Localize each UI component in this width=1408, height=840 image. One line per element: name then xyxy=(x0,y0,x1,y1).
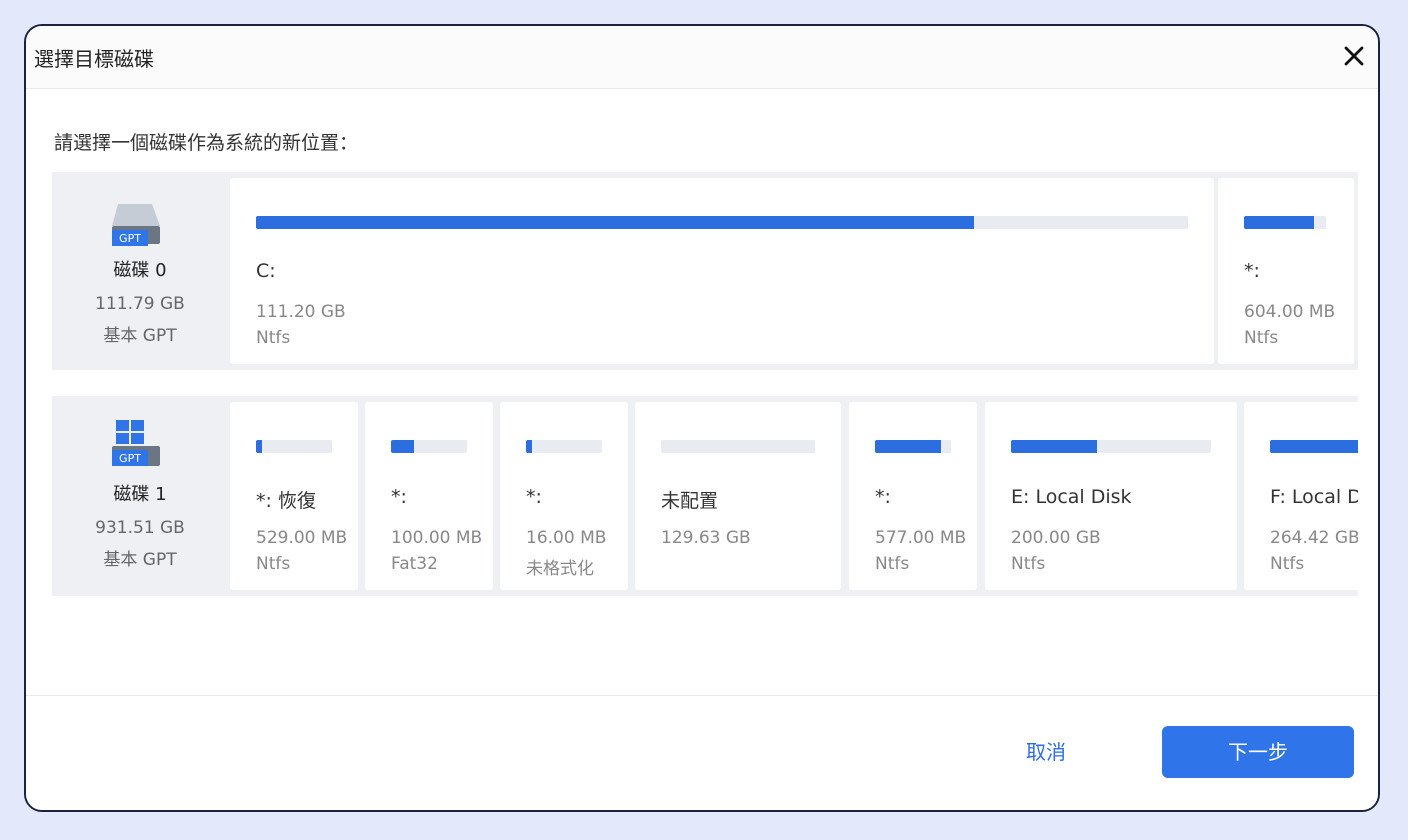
partition-size: 111.20 GB xyxy=(256,302,346,322)
partition-filesystem: Ntfs xyxy=(256,554,291,574)
partition-list: *: 恢復 529.00 MB Ntfs *: 100.00 MB Fat32 … xyxy=(230,402,1358,590)
usage-bar xyxy=(661,440,815,453)
usage-bar-fill xyxy=(1270,440,1358,453)
partition-size: 16.00 MB xyxy=(526,528,607,548)
disk-type: 基本 GPT xyxy=(103,326,177,346)
partition-unlabeled[interactable]: *: 577.00 MB Ntfs xyxy=(849,402,977,590)
dialog-titlebar: 選擇目標磁碟 xyxy=(26,26,1378,89)
disk-row-0[interactable]: GPT 磁碟 0 111.79 GB 基本 GPT C: 111.20 GB N… xyxy=(52,172,1358,370)
usage-bar xyxy=(256,216,1188,229)
partition-efi[interactable]: *: 100.00 MB Fat32 xyxy=(365,402,493,590)
partition-size: 529.00 MB xyxy=(256,528,348,548)
usage-bar xyxy=(256,440,332,453)
disk-size: 111.79 GB xyxy=(95,294,185,314)
partition-unallocated[interactable]: 未配置 129.63 GB xyxy=(635,402,841,590)
usage-bar xyxy=(1244,216,1326,229)
dialog-title: 選擇目標磁碟 xyxy=(34,47,154,71)
partition-filesystem: Ntfs xyxy=(1244,328,1279,348)
partition-f[interactable]: F: Local Disk 264.42 GB Ntfs xyxy=(1244,402,1358,590)
partition-size: 200.00 GB xyxy=(1011,528,1101,548)
partition-label: *: xyxy=(526,486,542,508)
usage-bar-fill xyxy=(526,440,533,453)
partition-label: F: Local Disk xyxy=(1270,486,1358,508)
close-button[interactable] xyxy=(1338,40,1370,72)
partition-size: 264.42 GB xyxy=(1270,528,1358,548)
partition-label: *: xyxy=(1244,260,1260,282)
partition-filesystem: 未格式化 xyxy=(526,559,594,579)
partition-unlabeled[interactable]: *: 604.00 MB Ntfs xyxy=(1218,178,1354,364)
usage-bar xyxy=(1270,440,1358,453)
disk-row-1[interactable]: GPT 磁碟 1 931.51 GB 基本 GPT *: 恢復 529.00 M… xyxy=(52,396,1358,596)
usage-bar-fill xyxy=(1244,216,1314,229)
usage-bar xyxy=(391,440,467,453)
disk-info: GPT 磁碟 1 931.51 GB 基本 GPT xyxy=(52,396,228,596)
close-icon xyxy=(1344,46,1364,66)
disk-name: 磁碟 1 xyxy=(113,484,167,505)
gpt-disk-icon: GPT xyxy=(112,204,160,246)
usage-bar xyxy=(526,440,602,453)
usage-bar-fill xyxy=(875,440,942,453)
partition-label: E: Local Disk xyxy=(1011,486,1132,508)
partition-c[interactable]: C: 111.20 GB Ntfs xyxy=(230,178,1214,364)
cancel-button[interactable]: 取消 xyxy=(1026,736,1066,765)
gpt-badge-text: GPT xyxy=(119,232,141,245)
partition-label: C: xyxy=(256,260,276,282)
partition-size: 577.00 MB xyxy=(875,528,967,548)
partition-size: 100.00 MB xyxy=(391,528,483,548)
partition-e[interactable]: E: Local Disk 200.00 GB Ntfs xyxy=(985,402,1237,590)
partition-label: *: xyxy=(391,486,407,508)
partition-filesystem: Ntfs xyxy=(1270,554,1305,574)
partition-size: 129.63 GB xyxy=(661,528,751,548)
next-button[interactable]: 下一步 xyxy=(1162,726,1354,778)
partition-msr[interactable]: *: 16.00 MB 未格式化 xyxy=(500,402,628,590)
disk-type: 基本 GPT xyxy=(103,550,177,570)
usage-bar-fill xyxy=(1011,440,1097,453)
partition-label: *: 恢復 xyxy=(256,490,316,512)
usage-bar-fill xyxy=(391,440,414,453)
usage-bar xyxy=(1011,440,1211,453)
partition-filesystem: Ntfs xyxy=(875,554,910,574)
partition-label: 未配置 xyxy=(661,490,719,512)
disk-size: 931.51 GB xyxy=(95,518,185,538)
partition-filesystem: Ntfs xyxy=(1011,554,1046,574)
partition-recovery[interactable]: *: 恢復 529.00 MB Ntfs xyxy=(230,402,358,590)
partition-list: C: 111.20 GB Ntfs *: 604.00 MB Ntfs xyxy=(230,178,1358,364)
dialog-footer: 取消 下一步 xyxy=(26,695,1378,810)
partition-filesystem: Fat32 xyxy=(391,554,438,574)
usage-bar xyxy=(875,440,951,453)
usage-bar-fill xyxy=(256,440,263,453)
gpt-badge-text: GPT xyxy=(119,452,141,465)
partition-filesystem: Ntfs xyxy=(256,328,291,348)
disk-name: 磁碟 0 xyxy=(113,260,167,281)
instruction-text: 請選擇一個磁碟作為系統的新位置： xyxy=(54,132,359,154)
usage-bar-fill xyxy=(256,216,974,229)
partition-label: *: xyxy=(875,486,891,508)
disk-info: GPT 磁碟 0 111.79 GB 基本 GPT xyxy=(52,172,228,370)
windows-gpt-disk-icon: GPT xyxy=(112,420,160,466)
select-target-disk-dialog: 選擇目標磁碟 請選擇一個磁碟作為系統的新位置： GPT 磁碟 0 111.79 … xyxy=(24,24,1380,812)
partition-size: 604.00 MB xyxy=(1244,302,1336,322)
